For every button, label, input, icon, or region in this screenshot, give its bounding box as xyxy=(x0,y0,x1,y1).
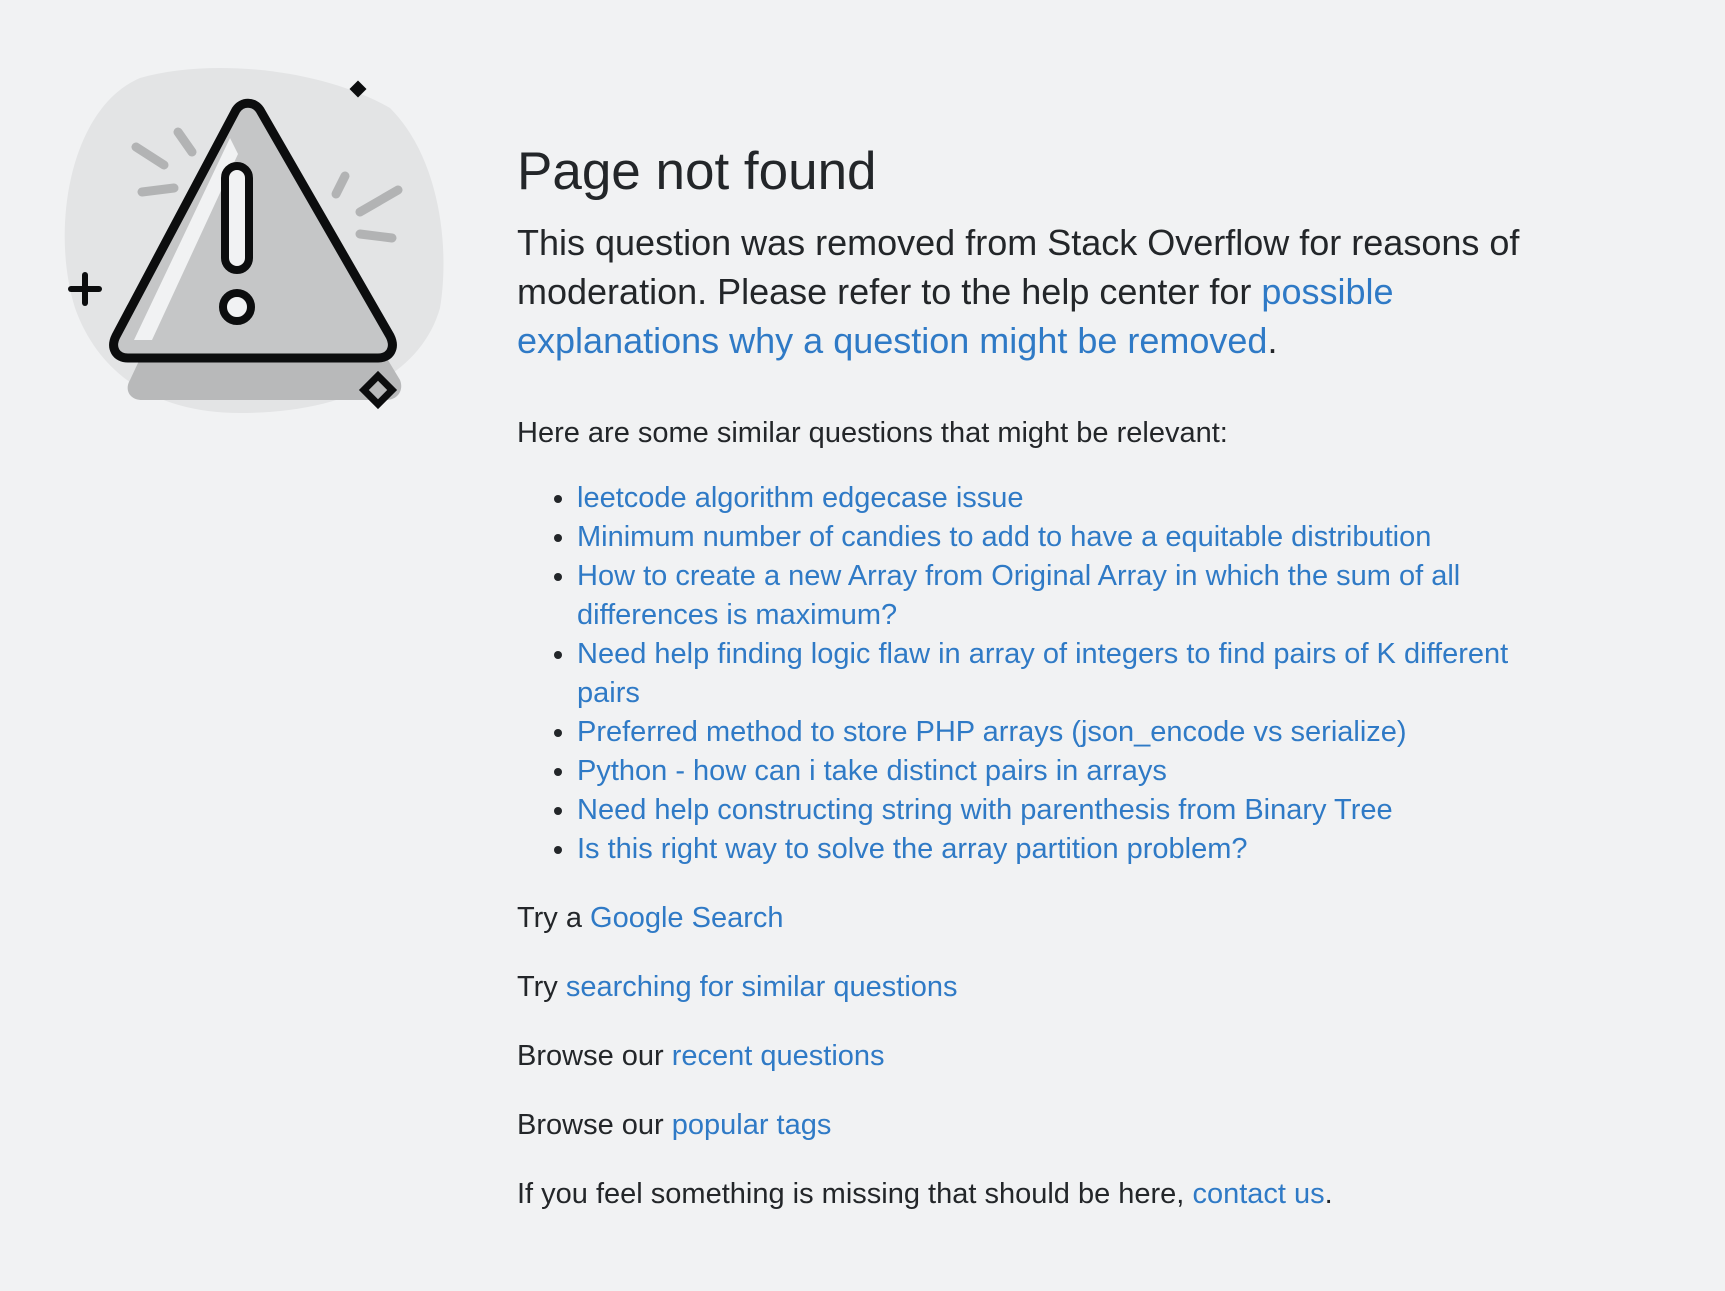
popular-tags-link[interactable]: popular tags xyxy=(672,1109,832,1141)
warning-illustration xyxy=(60,68,450,428)
similar-question-link[interactable]: Python - how can i take distinct pairs i… xyxy=(577,755,1167,787)
recent-questions-link[interactable]: recent questions xyxy=(672,1040,885,1072)
similar-search-prefix: Try xyxy=(517,971,566,1004)
contact-suggestion: If you feel something is missing that sh… xyxy=(517,1175,1577,1214)
list-item: Python - how can i take distinct pairs i… xyxy=(577,752,1577,791)
google-search-prefix: Try a xyxy=(517,902,591,935)
removal-notice-period: . xyxy=(1267,319,1278,361)
contact-suffix: . xyxy=(1324,1178,1333,1211)
list-item: Need help constructing string with paren… xyxy=(577,791,1577,830)
list-item: Is this right way to solve the array par… xyxy=(577,830,1577,869)
popular-tags-suggestion: Browse our popular tags xyxy=(517,1106,1577,1145)
page-title: Page not found xyxy=(517,142,877,201)
list-item: Preferred method to store PHP arrays (js… xyxy=(577,713,1577,752)
similar-question-link[interactable]: How to create a new Array from Original … xyxy=(577,560,1460,631)
similar-questions-intro: Here are some similar questions that mig… xyxy=(517,416,1228,449)
recent-questions-suggestion: Browse our recent questions xyxy=(517,1037,1577,1076)
list-item: leetcode algorithm edgecase issue xyxy=(577,479,1577,518)
similar-search-link[interactable]: searching for similar questions xyxy=(566,971,958,1003)
list-item: How to create a new Array from Original … xyxy=(577,557,1577,635)
contact-prefix: If you feel something is missing that sh… xyxy=(517,1178,1193,1211)
similar-question-link[interactable]: Minimum number of candies to add to have… xyxy=(577,521,1431,553)
recent-questions-prefix: Browse our xyxy=(517,1040,672,1073)
list-item: Need help finding logic flaw in array of… xyxy=(577,635,1577,713)
removal-notice: This question was removed from Stack Ove… xyxy=(517,218,1577,365)
similar-question-link[interactable]: leetcode algorithm edgecase issue xyxy=(577,482,1024,514)
google-search-suggestion: Try a Google Search xyxy=(517,899,1577,938)
popular-tags-prefix: Browse our xyxy=(517,1109,672,1142)
warning-triangle-icon xyxy=(64,68,444,413)
similar-question-link[interactable]: Is this right way to solve the array par… xyxy=(577,833,1248,865)
list-item: Minimum number of candies to add to have… xyxy=(577,518,1577,557)
similar-search-suggestion: Try searching for similar questions xyxy=(517,968,1577,1007)
similar-question-link[interactable]: Preferred method to store PHP arrays (js… xyxy=(577,716,1407,748)
google-search-link[interactable]: Google Search xyxy=(590,902,783,934)
similar-questions-list: leetcode algorithm edgecase issue Minimu… xyxy=(517,479,1577,869)
main-content: Page not found This question was removed… xyxy=(517,140,1577,1244)
contact-us-link[interactable]: contact us xyxy=(1192,1178,1324,1210)
similar-question-link[interactable]: Need help finding logic flaw in array of… xyxy=(577,638,1508,709)
similar-question-link[interactable]: Need help constructing string with paren… xyxy=(577,794,1393,826)
